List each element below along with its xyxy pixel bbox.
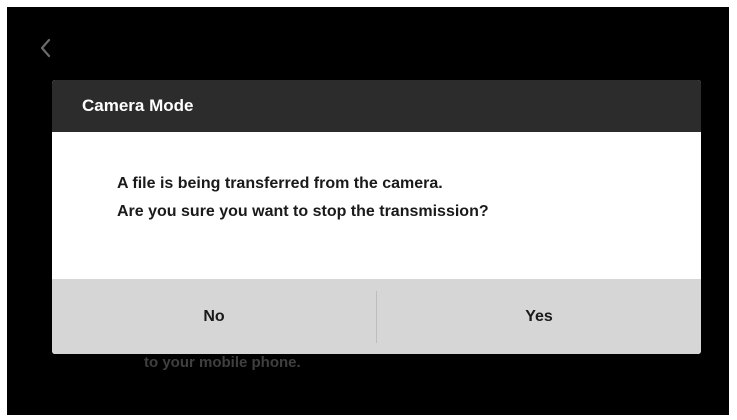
confirm-dialog: Camera Mode A file is being transferred … — [52, 80, 701, 354]
camera-screen: to your mobile phone. Camera Mode A file… — [7, 7, 729, 415]
yes-button[interactable]: Yes — [377, 279, 701, 354]
dialog-message-line-2: Are you sure you want to stop the transm… — [117, 203, 489, 220]
dialog-title: Camera Mode — [82, 96, 194, 115]
dialog-header: Camera Mode — [52, 80, 701, 132]
background-hint-text: to your mobile phone. — [144, 354, 301, 371]
dialog-message-line-1: A file is being transferred from the cam… — [117, 175, 443, 192]
dialog-button-bar: No Yes — [52, 279, 701, 354]
chevron-left-icon[interactable] — [37, 37, 55, 59]
no-button[interactable]: No — [52, 279, 376, 354]
dialog-body: A file is being transferred from the cam… — [52, 132, 701, 279]
